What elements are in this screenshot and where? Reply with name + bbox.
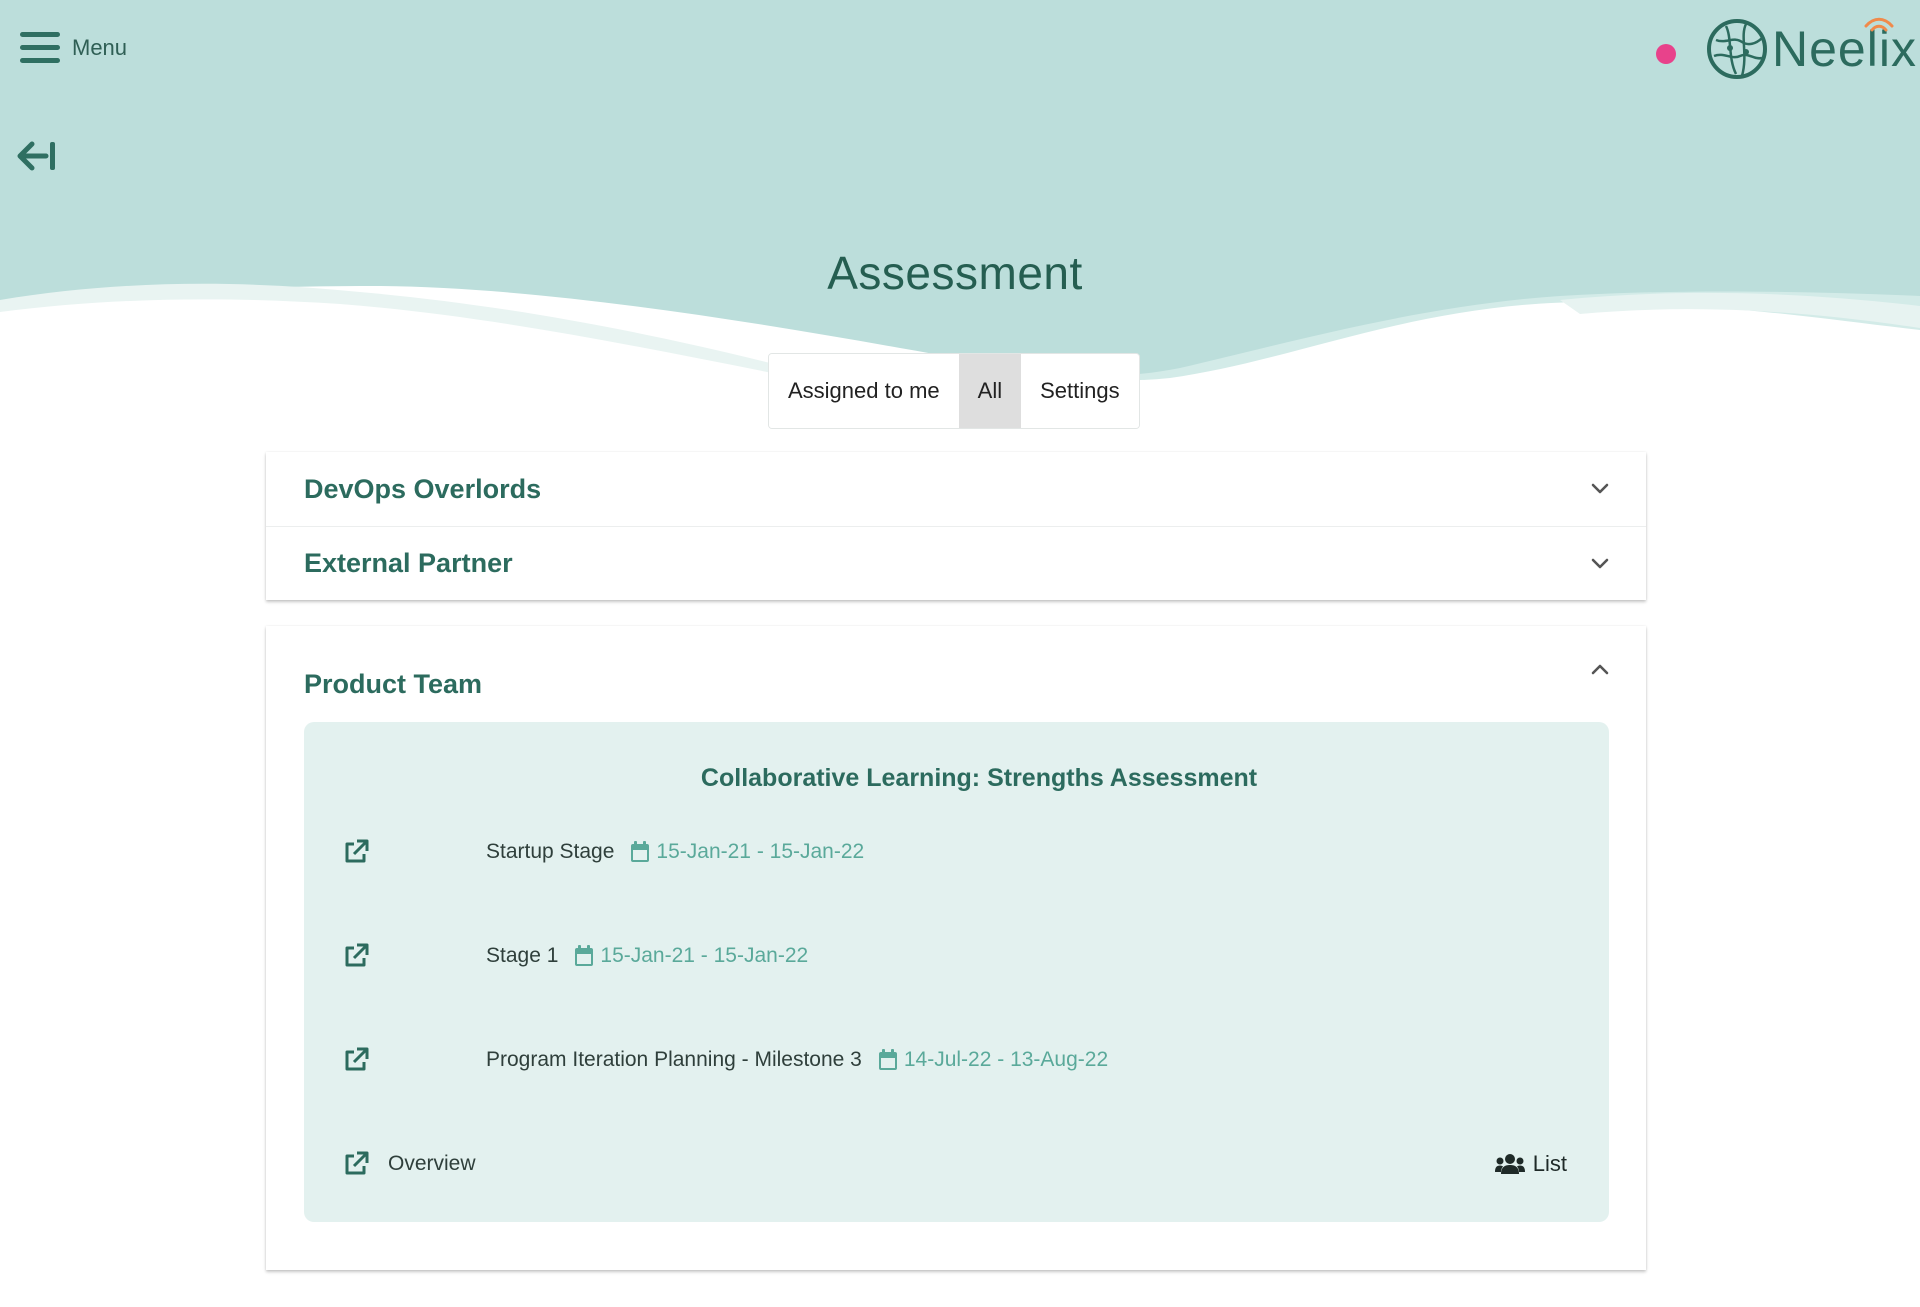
external-link-icon[interactable] xyxy=(342,1046,370,1074)
calendar-icon xyxy=(878,1049,897,1070)
calendar-icon xyxy=(575,945,594,966)
page-title: Assessment xyxy=(827,247,1083,299)
chevron-down-icon xyxy=(1591,558,1609,568)
group-header-product-team[interactable]: Product Team xyxy=(266,626,1646,722)
overview-link[interactable]: Overview xyxy=(388,1152,476,1176)
tab-settings[interactable]: Settings xyxy=(1021,354,1139,428)
group-title: External Partner xyxy=(304,548,513,578)
stage-name[interactable]: Startup Stage xyxy=(486,840,614,864)
tab-all[interactable]: All xyxy=(958,354,1022,428)
notification-status-dot xyxy=(1656,44,1676,64)
hamburger-icon xyxy=(20,30,60,66)
menu-button[interactable]: Menu xyxy=(20,30,127,66)
group-header-external-partner[interactable]: External Partner xyxy=(266,526,1646,600)
overview-row: Overview xyxy=(342,1144,476,1184)
stage-name[interactable]: Program Iteration Planning - Milestone 3 xyxy=(486,1048,862,1072)
assessment-panel: Collaborative Learning: Strengths Assess… xyxy=(304,722,1609,1222)
stage-name[interactable]: Stage 1 xyxy=(486,944,558,968)
assessment-page: Menu Neelix Assessment Assigned to me Al… xyxy=(0,0,1920,1307)
collapsed-groups-card: DevOps Overlords External Partner xyxy=(266,452,1646,600)
group-title: Product Team xyxy=(304,668,483,699)
assessment-title: Collaborative Learning: Strengths Assess… xyxy=(700,764,1258,792)
chevron-up-icon xyxy=(1591,664,1609,675)
chevron-down-icon xyxy=(1591,483,1609,494)
stage-row: Program Iteration Planning - Milestone 3… xyxy=(342,1040,1108,1080)
stage-dates: 15-Jan-21 - 15-Jan-22 xyxy=(600,944,809,967)
stage-dates: 14-Jul-22 - 13-Aug-22 xyxy=(903,1048,1109,1071)
back-button[interactable] xyxy=(16,136,60,176)
group-card-product-team: Product Team Collaborative Learning: Str… xyxy=(266,626,1646,1270)
stage-row: Startup Stage 15-Jan-21 - 15-Jan-22 xyxy=(342,832,864,872)
globe-logo-icon xyxy=(1707,19,1767,79)
neelix-logo[interactable]: Neelix xyxy=(1706,14,1920,80)
view-tabs: Assigned to me All Settings xyxy=(768,353,1140,429)
group-title: DevOps Overlords xyxy=(304,473,542,504)
tab-assigned-to-me[interactable]: Assigned to me xyxy=(769,354,959,428)
stage-row: Stage 1 15-Jan-21 - 15-Jan-22 xyxy=(342,936,808,976)
list-label: List xyxy=(1532,1151,1567,1176)
external-link-icon[interactable] xyxy=(342,1150,370,1178)
calendar-icon xyxy=(631,841,650,862)
users-icon xyxy=(1494,1154,1525,1174)
external-link-icon[interactable] xyxy=(342,838,370,866)
group-header-devops-overlords[interactable]: DevOps Overlords xyxy=(266,452,1646,526)
signal-waves-icon xyxy=(1864,17,1894,32)
external-link-icon[interactable] xyxy=(342,942,370,970)
arrow-left-to-bar-icon xyxy=(17,141,55,171)
menu-label: Menu xyxy=(72,35,128,60)
list-button[interactable]: List xyxy=(1494,1144,1567,1184)
stage-dates: 15-Jan-21 - 15-Jan-22 xyxy=(656,840,865,863)
